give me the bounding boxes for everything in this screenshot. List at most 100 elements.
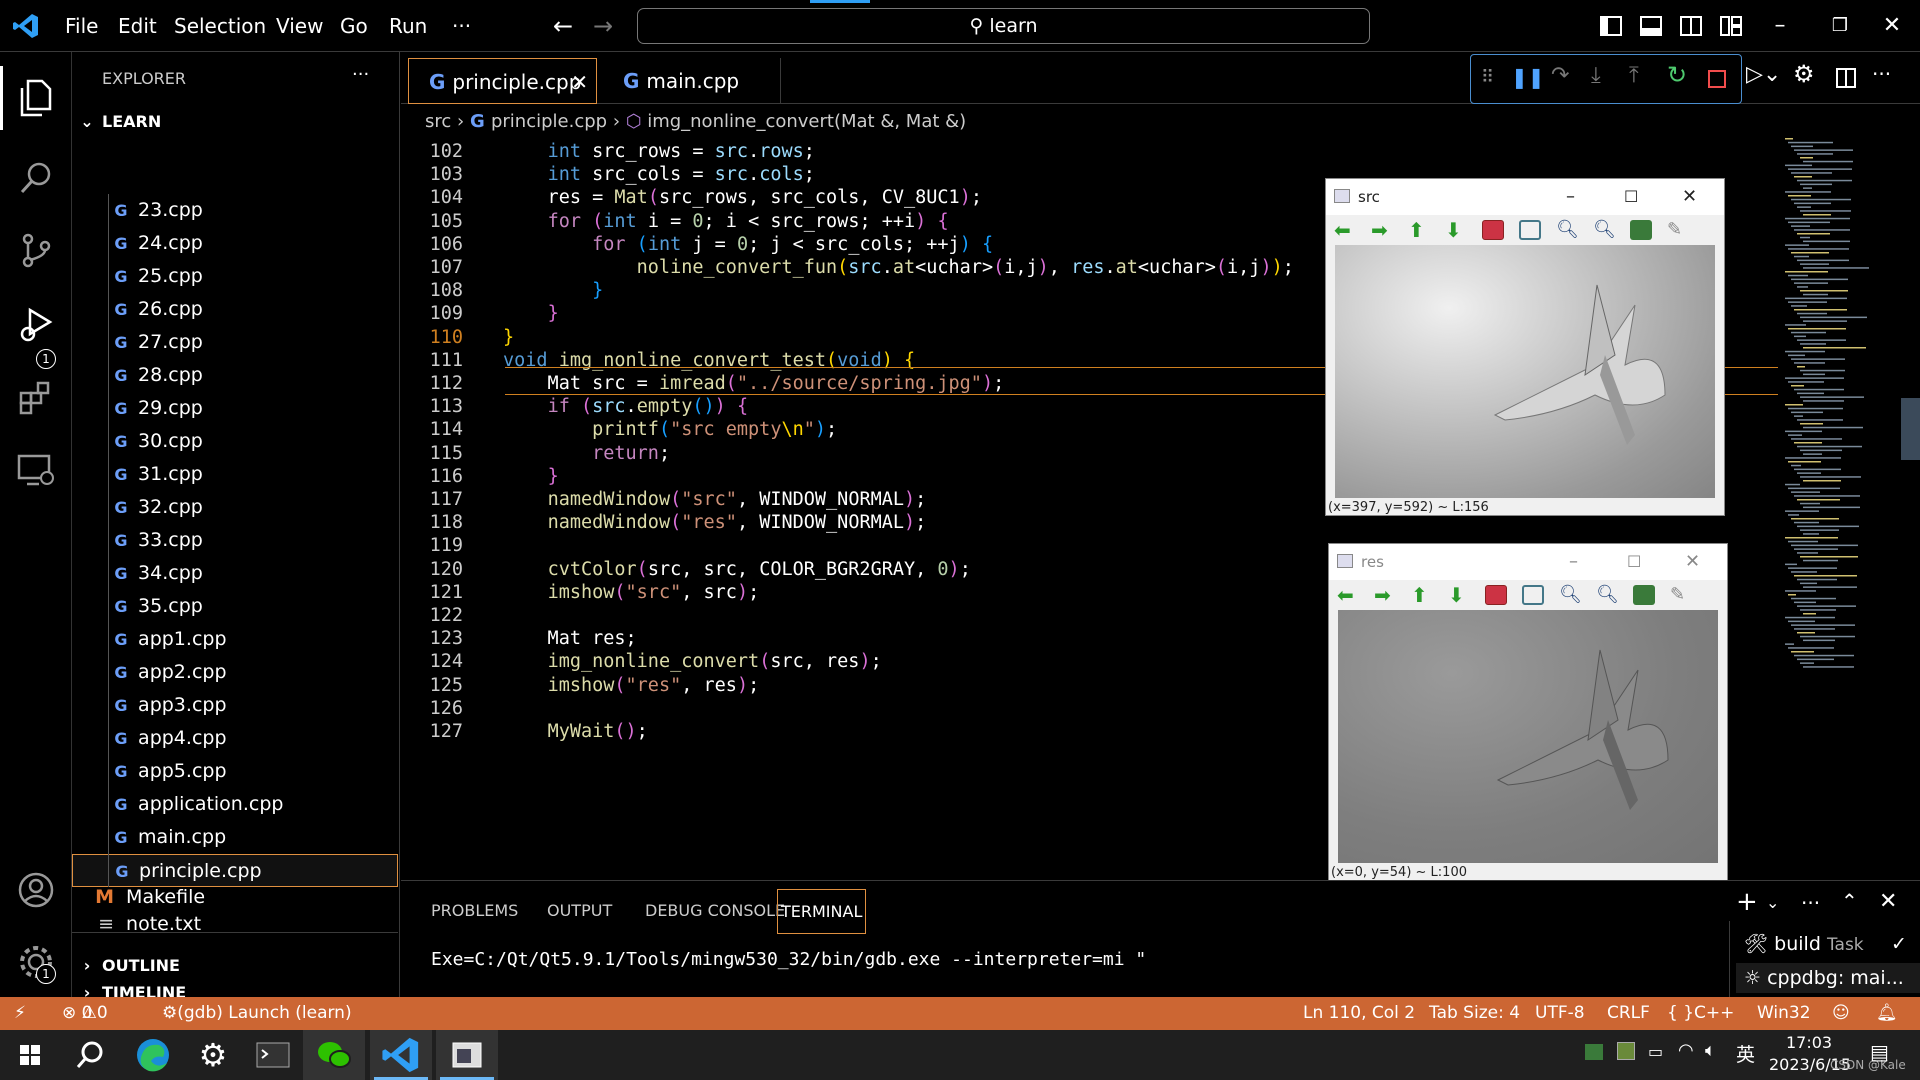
file-item[interactable]: G app1.cpp [72, 623, 398, 656]
file-item[interactable]: G 26.cpp [72, 293, 398, 326]
gear-icon[interactable]: ⚙ [1793, 60, 1815, 88]
tab-debug-console[interactable]: DEBUG CONSOLE [645, 901, 785, 920]
breadcrumb-file[interactable]: principle.cpp [491, 111, 607, 132]
cursor-position[interactable]: Ln 110, Col 2 [1303, 997, 1415, 1030]
tab-principle-cpp[interactable]: G principle.cpp ✕ [408, 58, 597, 104]
vscode-taskbar-icon[interactable] [381, 1035, 421, 1075]
pause-icon[interactable]: ❚❚ [1511, 65, 1545, 89]
search-icon[interactable] [70, 1035, 110, 1075]
pan-left-icon[interactable]: ⬅ [1334, 220, 1356, 240]
toggle-secondary-sidebar-icon[interactable] [1680, 16, 1702, 36]
maximize-button[interactable]: ❐ [1810, 0, 1870, 52]
step-out-icon[interactable]: ⤒ [1629, 63, 1639, 88]
edge-browser-icon[interactable] [133, 1035, 173, 1075]
file-item[interactable]: G 24.cpp [72, 227, 398, 260]
breadcrumb-folder[interactable]: src [425, 111, 451, 132]
problems-status[interactable]: ⊗ 0 ⚠ 0 [62, 997, 108, 1030]
wechat-icon[interactable] [314, 1035, 354, 1075]
debug-launch-status[interactable]: ⚙ (gdb) Launch (learn) [162, 997, 352, 1030]
account-icon[interactable] [0, 854, 72, 926]
tab-size[interactable]: Tab Size: 4 [1429, 997, 1520, 1030]
zoom-fit-icon[interactable] [1519, 220, 1541, 240]
minimap[interactable] [1785, 138, 1901, 678]
pan-right-icon[interactable]: ➡ [1371, 220, 1393, 240]
remote-icon[interactable]: ⚡ [14, 997, 26, 1030]
tab-terminal[interactable]: TERMINAL [777, 889, 867, 934]
language-mode[interactable]: { } C++ [1667, 997, 1734, 1030]
split-editor-icon[interactable] [1836, 68, 1856, 88]
zoom-fit-icon[interactable] [1522, 585, 1544, 605]
run-dropdown-icon[interactable]: ▷⌄ [1746, 62, 1781, 87]
tab-main-cpp[interactable]: G main.cpp [603, 58, 781, 104]
properties-icon[interactable]: ✎ [1667, 220, 1689, 240]
task-cppdbg[interactable]: ☼ cppdbg: mai... [1736, 963, 1920, 993]
tab-problems[interactable]: PROBLEMS [431, 901, 518, 920]
close-button[interactable]: ✕ [1685, 544, 1700, 580]
menu-go[interactable]: Go [340, 0, 368, 52]
menu-file[interactable]: File [65, 0, 98, 52]
explorer-files-icon[interactable] [0, 62, 72, 134]
terminal-output[interactable]: Exe=C:/Qt/Qt5.9.1/Tools/mingw530_32/bin/… [431, 949, 1146, 970]
customize-layout-icon[interactable] [1720, 16, 1742, 36]
battery-icon[interactable]: ▭ [1648, 1042, 1663, 1061]
pan-up-icon[interactable]: ⬆ [1408, 220, 1430, 240]
tab-output[interactable]: OUTPUT [547, 901, 612, 920]
scrollbar-thumb[interactable] [1901, 398, 1920, 460]
save-icon[interactable] [1630, 220, 1652, 240]
file-item[interactable]: G 31.cpp [72, 458, 398, 491]
menu-edit[interactable]: Edit [118, 0, 157, 52]
editor-more-icon[interactable]: ··· [1872, 62, 1891, 86]
file-item[interactable]: G main.cpp [72, 821, 398, 854]
maximize-panel-icon[interactable]: ⌃ [1841, 889, 1858, 913]
properties-icon[interactable]: ✎ [1670, 585, 1692, 605]
task-build[interactable]: 🛠︎ build Task ✓ [1744, 931, 1914, 957]
extensions-icon[interactable] [0, 362, 72, 434]
opencv-window-icon[interactable] [447, 1035, 487, 1075]
close-panel-icon[interactable]: ✕ [1879, 889, 1897, 914]
opencv-window-res[interactable]: res – ☐ ✕ ⬅ ➡ ⬆ ⬇ 🔍︎ 🔍︎ ✎ (x=0, y=54) ~ … [1328, 543, 1728, 881]
file-note-txt[interactable]: ≡ note.txt [72, 908, 398, 941]
toggle-primary-sidebar-icon[interactable] [1600, 16, 1622, 36]
terminal-app-icon[interactable] [253, 1035, 293, 1075]
zoom-out-icon[interactable]: 🔍︎ [1596, 585, 1619, 605]
command-center-search[interactable]: ⚲ learn [637, 8, 1370, 44]
zoom-in-icon[interactable]: 🔍︎ [1556, 220, 1579, 240]
file-item[interactable]: G application.cpp [72, 788, 398, 821]
forward-arrow-icon[interactable]: → [593, 0, 613, 52]
new-terminal-icon[interactable]: + [1736, 887, 1758, 917]
back-arrow-icon[interactable]: ← [553, 0, 573, 52]
windows-start-icon[interactable] [10, 1035, 50, 1075]
input-method[interactable]: 英 [1736, 1040, 1755, 1067]
step-over-icon[interactable]: ↷ [1551, 63, 1569, 88]
file-item[interactable]: G app2.cpp [72, 656, 398, 689]
file-item[interactable]: G 33.cpp [72, 524, 398, 557]
file-item[interactable]: G app3.cpp [72, 689, 398, 722]
opencv-window-src[interactable]: src – ☐ ✕ ⬅ ➡ ⬆ ⬇ 🔍︎ 🔍︎ ✎ (x=397, y=592)… [1325, 178, 1725, 516]
panel-more-icon[interactable]: ··· [1801, 891, 1820, 915]
stop-icon[interactable] [1708, 70, 1726, 88]
file-item[interactable]: G 28.cpp [72, 359, 398, 392]
source-control-icon[interactable] [0, 214, 72, 286]
save-icon[interactable] [1633, 585, 1655, 605]
pan-left-icon[interactable]: ⬅ [1337, 585, 1359, 605]
file-item[interactable]: G 23.cpp [72, 194, 398, 227]
maximize-button[interactable]: ☐ [1624, 179, 1638, 215]
menu-view[interactable]: View [276, 0, 323, 52]
file-item[interactable]: G app5.cpp [72, 755, 398, 788]
close-icon[interactable]: ✕ [571, 59, 588, 105]
pan-down-icon[interactable]: ⬇ [1448, 585, 1470, 605]
wifi-icon[interactable]: ◠ [1678, 1040, 1694, 1061]
nvidia-tray-icon[interactable] [1585, 1044, 1603, 1060]
menu-selection[interactable]: Selection [174, 0, 266, 52]
maximize-button[interactable]: ☐ [1627, 544, 1641, 580]
minimize-button[interactable]: – [1569, 544, 1578, 580]
restart-icon[interactable]: ↻ [1667, 61, 1687, 89]
menu-more[interactable]: ··· [452, 0, 471, 52]
file-item[interactable]: G 27.cpp [72, 326, 398, 359]
platform[interactable]: Win32 [1757, 997, 1811, 1030]
menu-run[interactable]: Run [389, 0, 427, 52]
remote-explorer-icon[interactable] [0, 434, 72, 506]
file-item[interactable]: G app4.cpp [72, 722, 398, 755]
file-item[interactable]: G 25.cpp [72, 260, 398, 293]
settings-gear-icon[interactable] [0, 926, 72, 998]
